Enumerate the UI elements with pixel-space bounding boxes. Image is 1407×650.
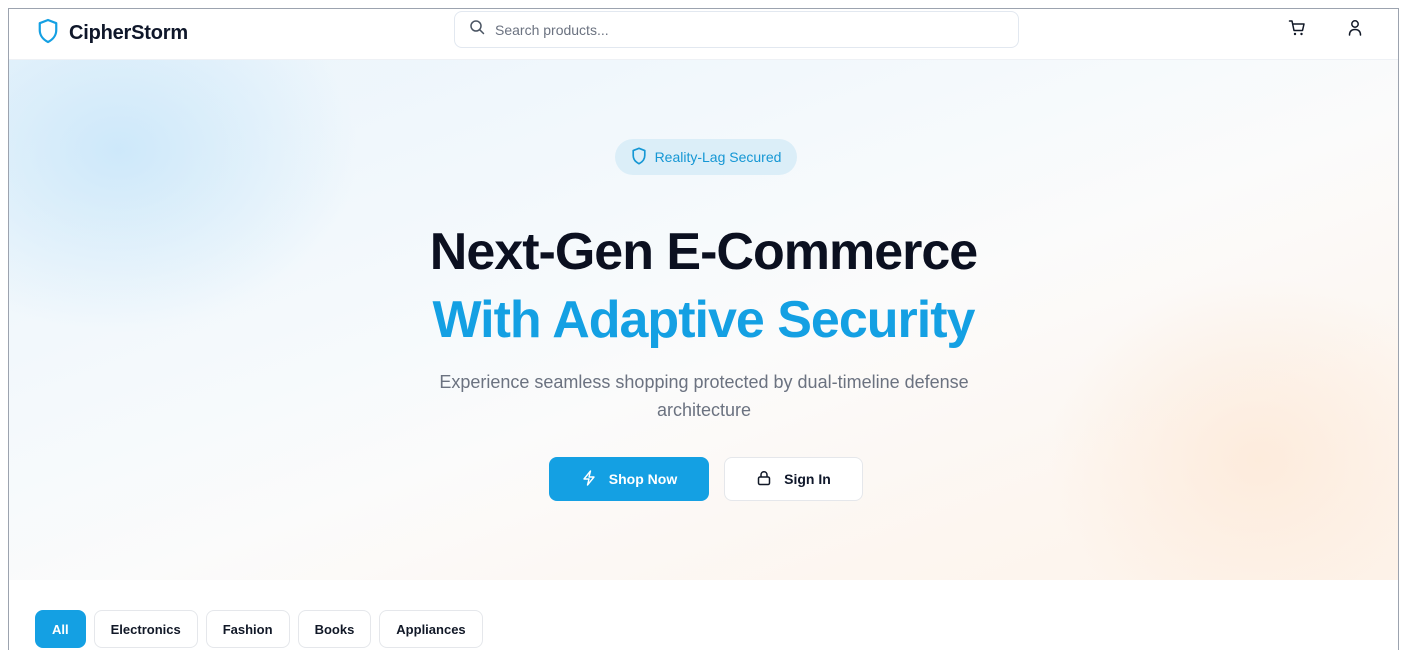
user-icon [1347, 19, 1363, 42]
shield-icon [37, 18, 59, 49]
account-button[interactable] [1344, 19, 1366, 41]
lock-icon [756, 470, 772, 489]
search-icon [469, 19, 485, 40]
category-chip-appliances[interactable]: Appliances [379, 610, 483, 648]
shield-icon [631, 146, 647, 168]
hero-subtitle: Experience seamless shopping protected b… [439, 372, 969, 420]
hero-title-accent: With Adaptive Security [432, 291, 976, 349]
category-chip-books[interactable]: Books [297, 610, 372, 648]
badge-label: Reality-Lag Secured [654, 149, 782, 165]
brand-name: CipherStorm [69, 21, 188, 44]
category-filter: All Electronics Fashion Books Appliances [35, 610, 483, 648]
top-navbar: CipherStorm [9, 9, 1398, 60]
app-window: CipherStorm Search products... Reality-L… [8, 8, 1399, 650]
search-bar[interactable] [454, 11, 1019, 48]
cart-button[interactable] [1286, 19, 1308, 41]
security-badge: Reality-Lag Secured [615, 139, 797, 175]
search-input[interactable] [495, 21, 995, 38]
cart-icon [1288, 19, 1306, 42]
brand-logo[interactable]: CipherStorm [37, 15, 188, 51]
shop-now-label: Shop Now [608, 471, 678, 487]
category-chip-fashion[interactable]: Fashion [205, 610, 290, 648]
sign-in-label: Sign In [784, 471, 831, 487]
shop-now-button[interactable]: Shop Now [549, 457, 709, 501]
lightning-icon [581, 469, 597, 489]
sign-in-button[interactable]: Sign In [724, 457, 863, 501]
category-chip-electronics[interactable]: Electronics [93, 610, 198, 648]
hero-section: Reality-Lag Secured Next-Gen E-Commerce … [9, 60, 1398, 580]
hero-title: Next-Gen E-Commerce [429, 223, 978, 281]
category-chip-all[interactable]: All [35, 610, 86, 648]
